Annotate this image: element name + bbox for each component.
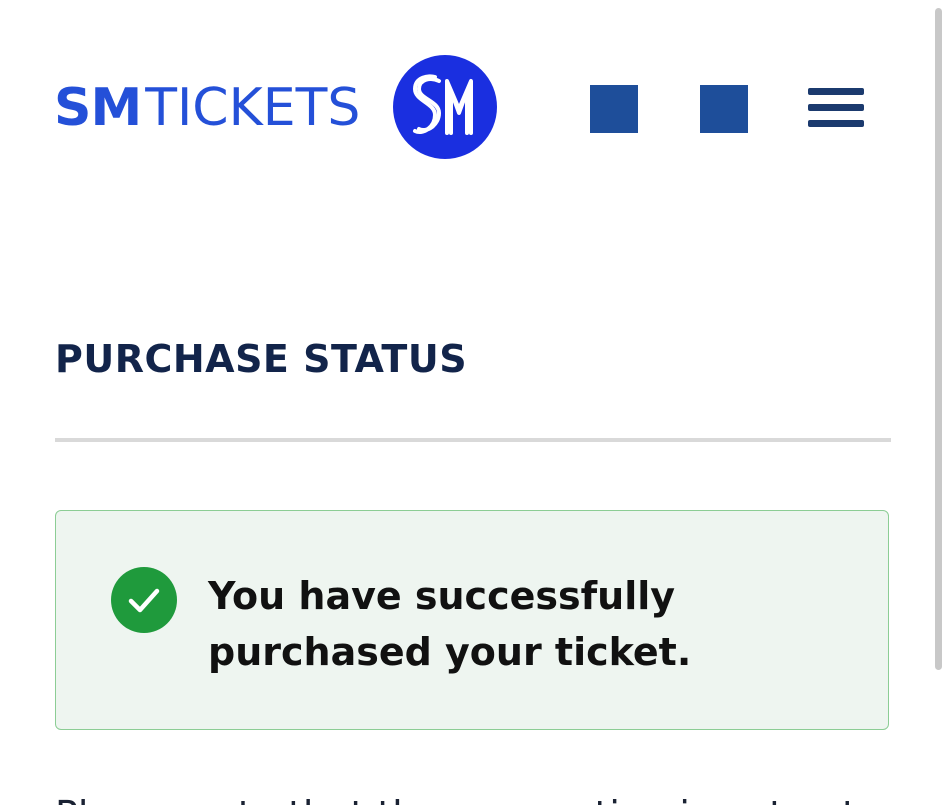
site-header: SM TICKETS xyxy=(0,0,946,215)
title-divider xyxy=(55,438,891,442)
header-square-button-2[interactable] xyxy=(700,85,748,133)
brand-sm-text: SM xyxy=(54,78,142,138)
brand-logo-link[interactable]: SM TICKETS xyxy=(54,78,360,138)
hamburger-menu-icon xyxy=(808,88,864,95)
brand-tickets-text: TICKETS xyxy=(145,78,361,138)
success-message: You have successfully purchased your tic… xyxy=(208,574,692,674)
scrollbar[interactable] xyxy=(932,0,946,805)
sm-logo-icon[interactable] xyxy=(393,55,497,159)
page-title: PURCHASE STATUS xyxy=(55,337,468,381)
hamburger-menu-button[interactable] xyxy=(808,86,864,130)
page: SM TICKETS PURCHASE STATUS You have succ… xyxy=(0,0,946,805)
hamburger-menu-icon-bar xyxy=(808,120,864,127)
header-square-button-1[interactable] xyxy=(590,85,638,133)
instruction-text: Please note that the reservation is not … xyxy=(55,790,891,805)
hamburger-menu-icon-bar xyxy=(808,104,864,111)
success-alert: You have successfully purchased your tic… xyxy=(55,510,889,730)
check-circle-icon xyxy=(111,567,177,633)
scrollbar-thumb[interactable] xyxy=(935,8,942,670)
sm-logo-graphic xyxy=(393,55,497,159)
